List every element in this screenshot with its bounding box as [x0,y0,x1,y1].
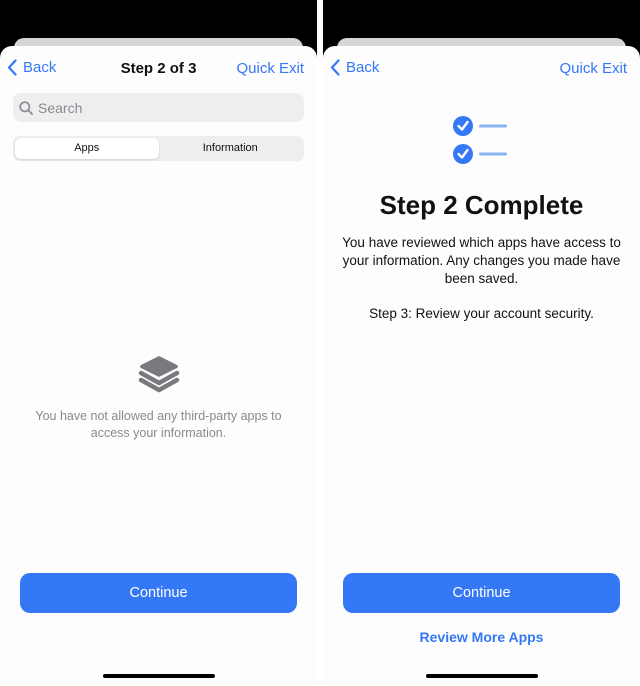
next-step-text: Step 3: Review your account security. [369,306,594,321]
continue-button[interactable]: Continue [343,573,620,613]
segment-apps[interactable]: Apps [15,138,159,159]
segmented-control: Apps Information [13,136,304,161]
segment-information[interactable]: Information [159,138,303,159]
sheet: Back Quick Exit Step 2 Complete You have… [323,46,640,686]
sheet: Back Step 2 of 3 Quick Exit Apps Informa… [0,46,317,686]
search-icon [19,100,33,115]
completion-message: You have reviewed which apps have access… [342,235,621,286]
right-screen: Back Quick Exit Step 2 Complete You have… [323,0,640,686]
continue-button[interactable]: Continue [20,573,297,613]
left-screen: Back Step 2 of 3 Quick Exit Apps Informa… [0,0,317,686]
home-indicator [425,674,538,678]
empty-state-message: You have not allowed any third-party app… [35,409,282,440]
quick-exit-button[interactable]: Quick Exit [559,60,627,77]
nav-bar: Back Quick Exit [323,59,640,81]
search-input[interactable] [38,99,278,116]
chevron-left-icon [330,59,340,76]
stack-layers-icon [138,356,179,393]
review-more-apps-link[interactable]: Review More Apps [323,629,640,645]
back-label: Back [346,59,380,76]
home-indicator [102,674,215,678]
search-field[interactable] [13,93,304,122]
nav-bar: Back Step 2 of 3 Quick Exit [0,59,317,81]
checklist-icon [452,116,507,164]
back-button[interactable]: Back [330,59,379,76]
completion-title: Step 2 Complete [379,190,584,220]
quick-exit-button[interactable]: Quick Exit [236,60,304,77]
